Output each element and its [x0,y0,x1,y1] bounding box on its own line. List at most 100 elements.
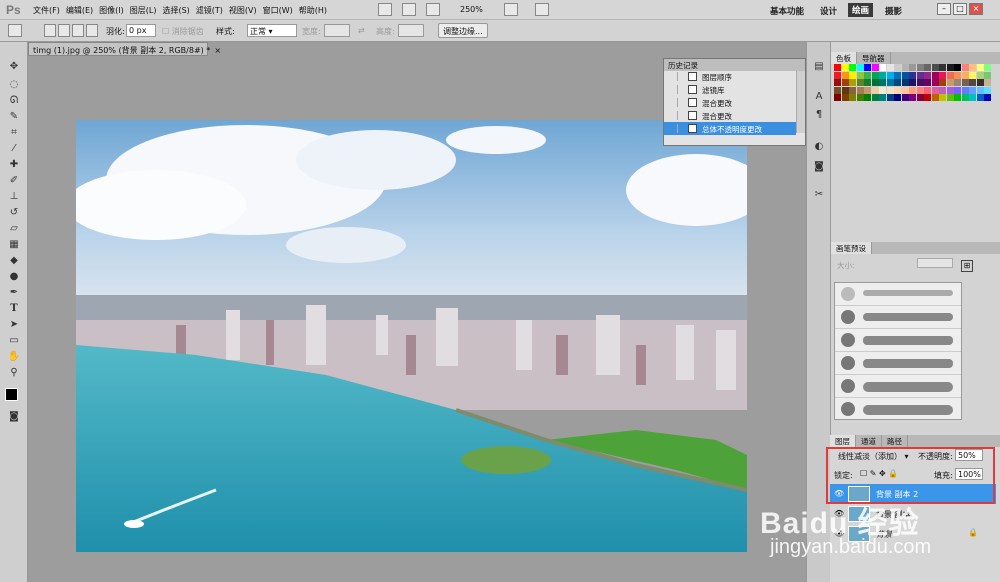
swatch[interactable] [976,71,984,79]
swatch[interactable] [886,64,894,71]
type-tool-icon[interactable]: T [6,302,22,316]
brush-preset-item[interactable] [835,329,961,352]
swatch[interactable] [946,71,954,79]
swatch[interactable] [961,64,969,71]
add-selection-icon[interactable] [58,24,70,37]
screen-mode-button[interactable] [535,3,549,16]
tab-swatches[interactable]: 色板 [831,52,857,64]
swatch[interactable] [924,79,931,86]
swatch[interactable] [961,86,969,94]
workspace-painting[interactable]: 绘画 [848,3,874,17]
swatch[interactable] [909,64,916,71]
swatch[interactable] [886,94,894,101]
swatch[interactable] [834,64,841,71]
swatch[interactable] [969,94,976,101]
crop-tool-icon[interactable]: ⌗ [6,126,22,140]
swatch[interactable] [871,71,879,79]
swatch[interactable] [916,64,924,71]
swatch[interactable] [961,79,969,86]
swatch[interactable] [894,94,901,101]
workspace-photography[interactable]: 摄影 [885,5,902,17]
swatch[interactable] [841,86,849,94]
eyedropper-tool-icon[interactable]: ⁄ [6,142,22,156]
swatch[interactable] [969,64,976,71]
swatch[interactable] [939,86,946,94]
swatch[interactable] [856,64,864,71]
swatch[interactable] [901,64,909,71]
swatch[interactable] [954,86,961,94]
swatch[interactable] [969,79,976,86]
close-window-icon[interactable]: × [969,3,983,15]
history-brush-tool-icon[interactable]: ↺ [6,206,22,220]
swatch[interactable] [894,79,901,86]
swatch[interactable] [939,71,946,79]
swatch[interactable] [909,79,916,86]
brush-size-input[interactable] [917,258,953,268]
brush-preset-item[interactable] [835,375,961,398]
swatch[interactable] [916,79,924,86]
swatch[interactable] [939,79,946,86]
arrange-documents-button[interactable] [504,3,518,16]
swatch[interactable] [976,86,984,94]
swatch[interactable] [984,71,991,79]
gradient-tool-icon[interactable]: ▦ [6,238,22,252]
swatch[interactable] [939,94,946,101]
menu-filter[interactable]: 滤镜(T) [196,5,223,16]
close-document-icon[interactable]: × [214,46,221,55]
swatch[interactable] [901,79,909,86]
hand-tool-icon[interactable]: ✋ [6,350,22,364]
swatch[interactable] [871,94,879,101]
swatch[interactable] [856,71,864,79]
swatch[interactable] [834,94,841,101]
swatch[interactable] [931,64,939,71]
swatch[interactable] [946,86,954,94]
foreground-color-swatch[interactable] [5,388,18,401]
swatch[interactable] [924,64,931,71]
intersect-selection-icon[interactable] [86,24,98,37]
new-selection-icon[interactable] [44,24,56,37]
spot-heal-tool-icon[interactable]: ✚ [6,158,22,172]
swatch[interactable] [931,94,939,101]
history-scrollbar[interactable] [796,71,805,133]
dodge-tool-icon[interactable]: ● [6,270,22,284]
swatch[interactable] [894,71,901,79]
swatch[interactable] [984,79,991,86]
swatch[interactable] [954,79,961,86]
minimize-icon[interactable]: – [937,3,951,15]
swatch[interactable] [931,79,939,86]
menu-layer[interactable]: 图层(L) [130,5,157,16]
swatch[interactable] [849,94,856,101]
masks-panel-icon[interactable]: ◙ [811,160,827,174]
tab-brush-presets[interactable]: 画笔预设 [831,242,872,254]
swatch[interactable] [864,71,871,79]
marquee-tool-icon[interactable]: ◌ [6,78,22,92]
antialias-checkbox[interactable]: ☐ 消除锯齿 [162,26,204,37]
zoom-tool-icon[interactable]: ⚲ [6,366,22,380]
swatch[interactable] [916,86,924,94]
swatch[interactable] [879,94,886,101]
move-tool-icon[interactable]: ✥ [6,60,22,74]
swatch[interactable] [886,79,894,86]
tab-channels[interactable]: 通道 [856,435,882,447]
lasso-tool-icon[interactable]: ᘏ [6,94,22,108]
refine-edge-button[interactable]: 调整边缘... [438,23,488,38]
bridge-button[interactable] [378,3,392,16]
swatch[interactable] [976,64,984,71]
tool-presets-panel-icon[interactable]: ✂ [811,188,827,202]
feather-input[interactable]: 0 px [126,24,156,37]
swatch[interactable] [834,86,841,94]
swatch[interactable] [984,94,991,101]
swatch[interactable] [871,79,879,86]
menu-view[interactable]: 视图(V) [229,5,257,16]
quick-select-tool-icon[interactable]: ✎ [6,110,22,124]
document-tab[interactable]: timg (1).jpg @ 250% (背景 副本 2, RGB/8#) * × [28,42,221,56]
menu-select[interactable]: 选择(S) [162,5,189,16]
menu-help[interactable]: 帮助(H) [299,5,327,16]
tab-navigator[interactable]: 导航器 [857,52,891,64]
swatch[interactable] [946,94,954,101]
swatch[interactable] [916,71,924,79]
view-extras-button[interactable] [426,3,440,16]
history-item-selected[interactable]: 总体不透明度更改 [664,122,796,135]
swatch[interactable] [901,86,909,94]
pen-tool-icon[interactable]: ✒ [6,286,22,300]
